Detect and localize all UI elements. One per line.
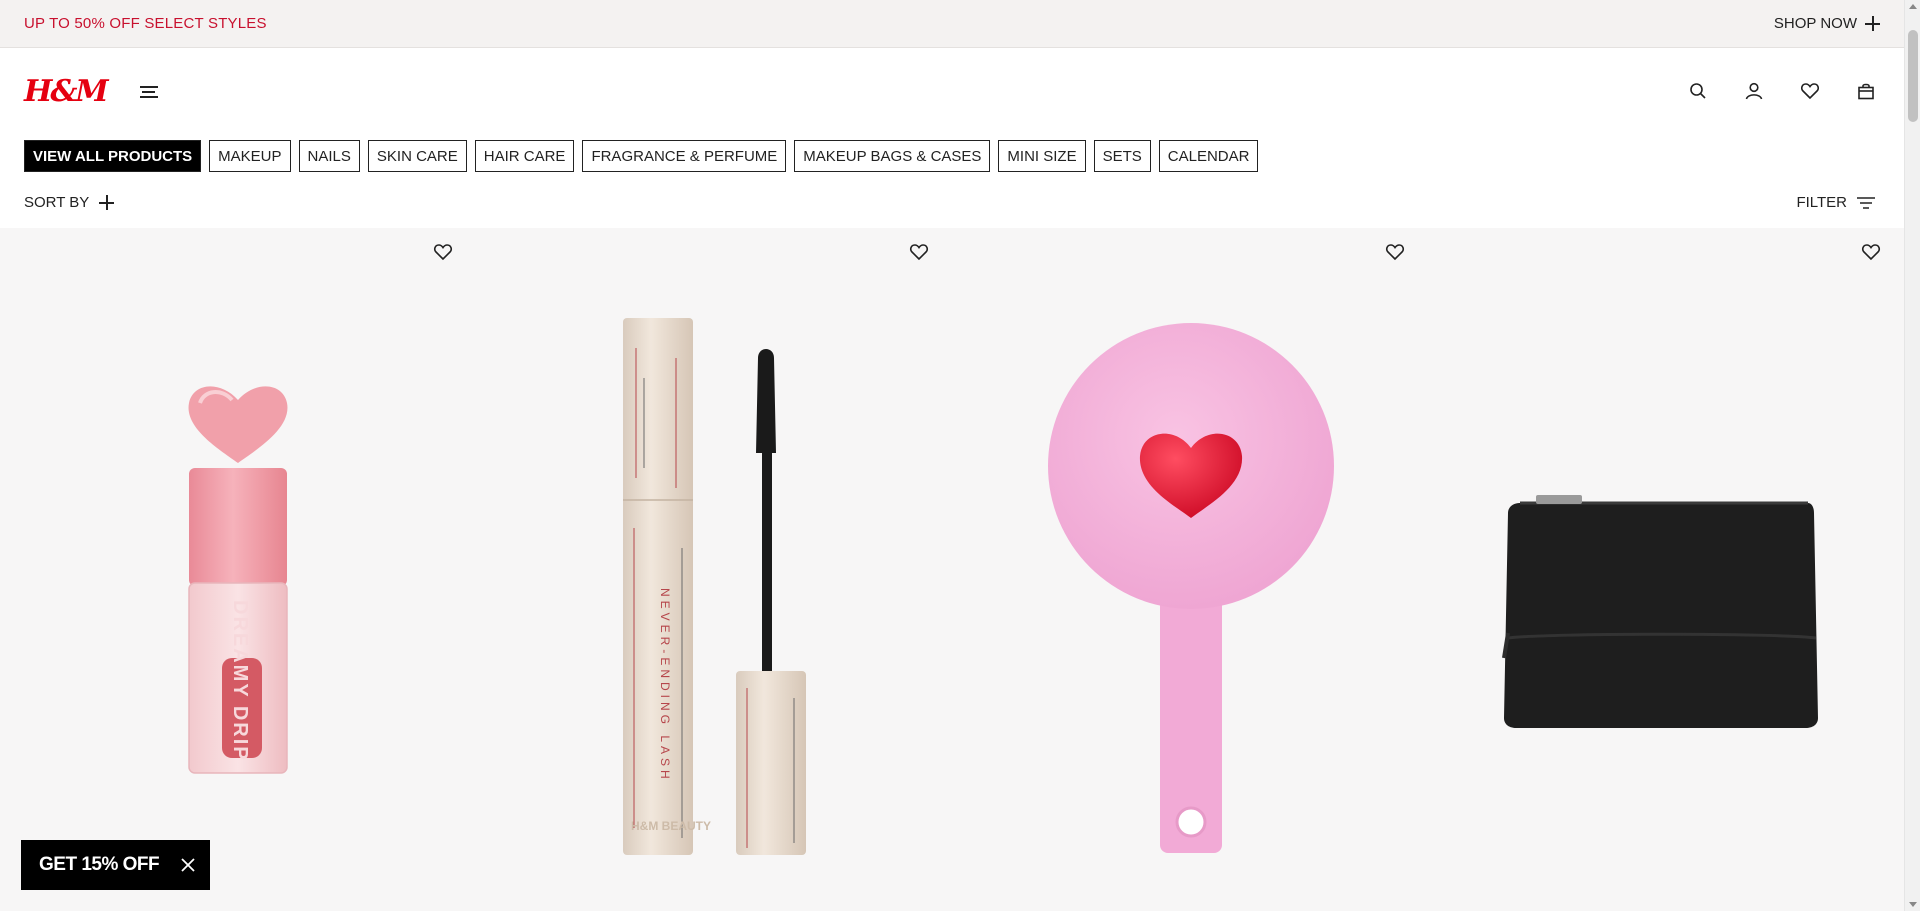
sort-by-label: SORT BY <box>24 194 90 211</box>
promo-bar: UP TO 50% OFF SELECT STYLES SHOP NOW <box>0 0 1904 48</box>
filter-label: FILTER <box>1796 194 1847 211</box>
search-icon[interactable] <box>1688 81 1708 101</box>
product-card[interactable]: NEVER-ENDING LASH H&M BEAUTY <box>476 228 952 911</box>
filter-icon <box>1857 196 1875 209</box>
chip-makeup-bags-cases[interactable]: MAKEUP BAGS & CASES <box>794 140 991 172</box>
heart-mirror-image[interactable] <box>952 228 1428 911</box>
shop-now-label: SHOP NOW <box>1773 15 1857 32</box>
product-card[interactable]: DREAMY DRIP <box>0 228 476 911</box>
page: UP TO 50% OFF SELECT STYLES SHOP NOW H&M… <box>0 0 1920 911</box>
lip-oil-image[interactable]: DREAMY DRIP <box>0 228 476 911</box>
svg-text:H&M BEAUTY: H&M BEAUTY <box>631 819 711 833</box>
account-icon[interactable] <box>1744 81 1764 101</box>
chip-sets[interactable]: SETS <box>1093 140 1151 172</box>
page-scrollbar[interactable] <box>1904 0 1920 911</box>
mascara-image[interactable]: NEVER-ENDING LASH H&M BEAUTY <box>476 228 952 911</box>
chip-hair-care[interactable]: HAIR CARE <box>474 140 575 172</box>
filter-button[interactable]: FILTER <box>1796 194 1875 211</box>
shop-now-button[interactable]: SHOP NOW <box>1774 15 1880 32</box>
product-card[interactable] <box>952 228 1428 911</box>
add-to-favorites-icon[interactable] <box>433 242 453 262</box>
chip-view-all-products[interactable]: VIEW ALL PRODUCTS <box>24 140 202 172</box>
sort-by-button[interactable]: SORT BY <box>24 194 115 211</box>
chip-nails[interactable]: NAILS <box>298 140 360 172</box>
svg-text:NEVER-ENDING LASH: NEVER-ENDING LASH <box>658 588 672 783</box>
chip-makeup[interactable]: MAKEUP <box>209 140 291 172</box>
plus-icon <box>99 195 115 210</box>
product-card[interactable] <box>1428 228 1904 911</box>
site-header: H&M <box>0 48 1904 140</box>
chip-fragrance-perfume[interactable]: FRAGRANCE & PERFUME <box>582 140 787 172</box>
heart-icon[interactable] <box>1800 81 1820 101</box>
black-makeup-bag-image[interactable] <box>1428 228 1904 911</box>
discount-popup-label[interactable]: GET 15% OFF <box>39 854 160 876</box>
scroll-up-arrow[interactable] <box>1909 4 1917 9</box>
add-to-favorites-icon[interactable] <box>909 242 929 262</box>
menu-icon[interactable] <box>140 84 158 98</box>
category-filter-chips: VIEW ALL PRODUCTS MAKEUP NAILS SKIN CARE… <box>24 140 1259 172</box>
add-to-favorites-icon[interactable] <box>1861 242 1881 262</box>
chip-calendar[interactable]: CALENDAR <box>1158 140 1259 172</box>
scroll-down-arrow[interactable] <box>1909 902 1917 907</box>
add-to-favorites-icon[interactable] <box>1385 242 1405 262</box>
scrollbar-thumb[interactable] <box>1908 30 1918 122</box>
header-actions <box>1688 81 1876 101</box>
chip-mini-size[interactable]: MINI SIZE <box>998 140 1086 172</box>
product-grid: DREAMY DRIP NEVER-ENDING LASH H&M BEAUTY <box>0 228 1904 911</box>
promo-text[interactable]: UP TO 50% OFF SELECT STYLES <box>24 15 267 32</box>
brand-logo[interactable]: H&M <box>24 74 109 109</box>
chip-skin-care[interactable]: SKIN CARE <box>367 140 467 172</box>
svg-text:DREAMY DRIP: DREAMY DRIP <box>229 600 251 762</box>
plus-icon <box>1865 16 1880 31</box>
close-icon[interactable] <box>180 857 196 873</box>
discount-popup[interactable]: GET 15% OFF <box>21 840 210 890</box>
bag-icon[interactable] <box>1856 81 1876 101</box>
